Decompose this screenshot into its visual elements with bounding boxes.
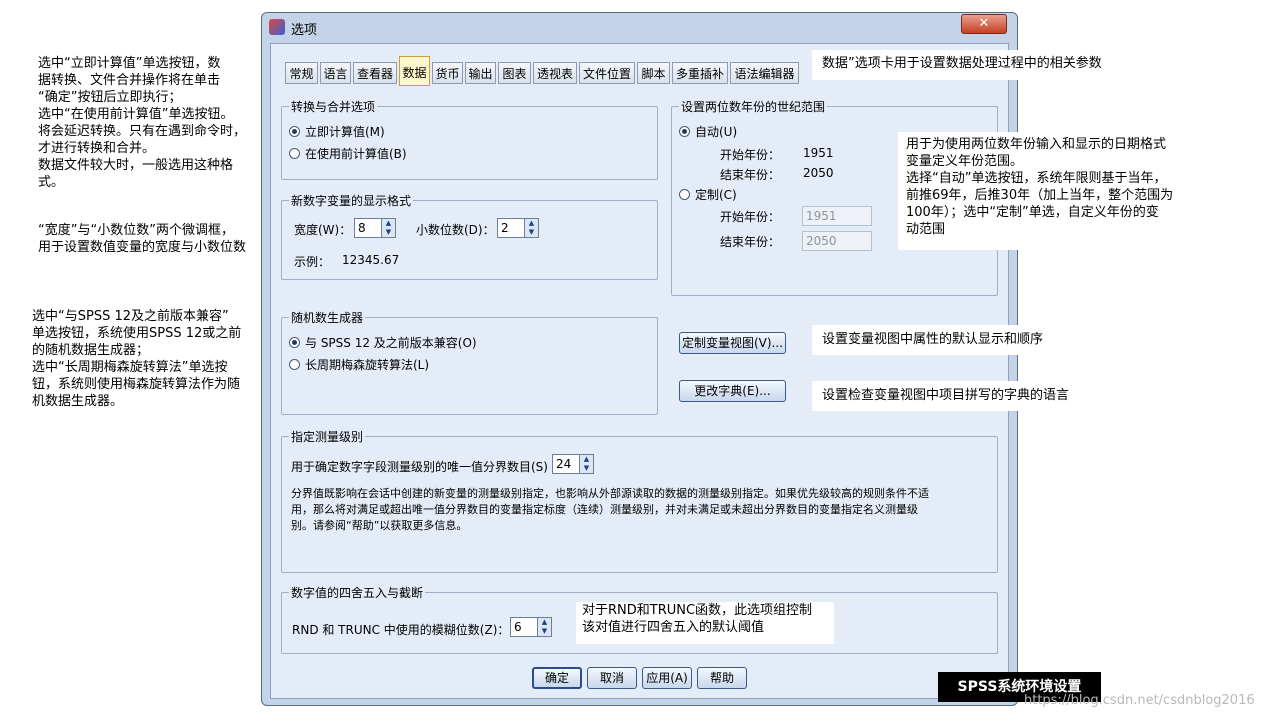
custom-end-year-label: 结束年份：	[720, 235, 781, 249]
random-generator-group-title: 随机数生成器	[289, 309, 366, 326]
measurement-description-line2: 用，那么将对满足或超出唯一值分界数目的变量指定标度（连续）测量级别，并对未满足或…	[291, 503, 918, 516]
decimals-spin-arrows[interactable]: ▲ ▼	[525, 218, 539, 238]
radio-century-custom-label: 定制(C)	[695, 188, 737, 202]
fuzz-bits-spin-arrows[interactable]: ▲ ▼	[538, 617, 552, 637]
radio-unselected-icon	[679, 189, 690, 200]
radio-mersenne-twister[interactable]: 长周期梅森旋转算法(L)	[289, 356, 429, 373]
annotation-data-tab: 数据”选项卡用于设置数据处理过程中的相关参数	[812, 50, 1167, 80]
annotation-century-range: 用于为使用两位数年份输入和显示的日期格式 变量定义年份范围。 选择“自动”单选按…	[898, 132, 1224, 250]
auto-end-year-label: 结束年份：	[720, 168, 781, 182]
radio-compute-before-use[interactable]: 在使用前计算值(B)	[289, 145, 407, 162]
decimals-value[interactable]: 2	[497, 218, 525, 238]
tab-scripts[interactable]: 脚本	[637, 62, 670, 84]
example-value: 12345.67	[342, 253, 400, 267]
width-stepper[interactable]: 8 ▲ ▼	[354, 218, 396, 238]
width-spin-arrows[interactable]: ▲ ▼	[382, 218, 396, 238]
random-generator-group: 随机数生成器 与 SPSS 12 及之前版本兼容(O) 长周期梅森旋转算法(L)	[281, 309, 658, 415]
spin-down-icon[interactable]: ▼	[538, 627, 551, 636]
unique-values-value[interactable]: 24	[552, 454, 580, 474]
auto-start-year-value: 1951	[803, 146, 834, 160]
decimals-label: 小数位数(D)：	[416, 223, 495, 237]
unique-values-spin-arrows[interactable]: ▲ ▼	[580, 454, 594, 474]
numeric-format-group-title: 新数字变量的显示格式	[289, 192, 414, 209]
tab-multiple-imputations[interactable]: 多重插补	[672, 62, 728, 84]
custom-end-year-field[interactable]: 2050	[802, 231, 872, 251]
spin-up-icon[interactable]: ▲	[525, 219, 538, 228]
rounding-group-title: 数字值的四舍五入与截断	[289, 584, 426, 601]
radio-unselected-icon	[289, 359, 300, 370]
title-bar: 选项 ✕	[262, 13, 1017, 41]
spin-down-icon[interactable]: ▼	[382, 228, 395, 237]
unique-values-label: 用于确定数字字段测量级别的唯一值分界数目(S)	[291, 460, 548, 474]
conversion-group: 转换与合并选项 立即计算值(M) 在使用前计算值(B)	[281, 98, 658, 180]
annotation-random: 选中“与SPSS 12及之前版本兼容” 单选按钮，系统使用SPSS 12或之前 …	[32, 308, 277, 410]
tab-output[interactable]: 输出	[465, 62, 496, 84]
radio-compute-before-use-label: 在使用前计算值(B)	[305, 147, 407, 161]
radio-unselected-icon	[289, 148, 300, 159]
window-title: 选项	[291, 23, 318, 38]
tab-general[interactable]: 常规	[285, 62, 318, 84]
tab-language[interactable]: 语言	[320, 62, 351, 84]
example-label: 示例：	[294, 255, 331, 269]
decimals-stepper[interactable]: 2 ▲ ▼	[497, 218, 539, 238]
measurement-description-line3: 别。请参阅“帮助”以获取更多信息。	[291, 519, 468, 532]
spin-up-icon[interactable]: ▲	[538, 618, 551, 627]
fuzz-bits-value[interactable]: 6	[510, 617, 538, 637]
apply-button[interactable]: 应用(A)	[642, 667, 692, 689]
annotation-conversion: 选中“立即计算值”单选按钮，数 据转换、文件合并操作将在单击 “确定”按钮后立即…	[38, 56, 247, 190]
custom-start-year-field[interactable]: 1951	[802, 206, 872, 226]
radio-century-auto[interactable]: 自动(U)	[679, 123, 737, 140]
close-button[interactable]: ✕	[961, 14, 1007, 34]
width-label: 宽度(W)：	[294, 223, 352, 237]
auto-start-year-label: 开始年份：	[720, 148, 781, 162]
auto-end-year-value: 2050	[803, 166, 834, 180]
radio-century-auto-label: 自动(U)	[695, 125, 738, 139]
fuzz-bits-stepper[interactable]: 6 ▲ ▼	[510, 617, 552, 637]
measurement-level-group: 指定测量级别 用于确定数字字段测量级别的唯一值分界数目(S) 24 ▲ ▼ 分界值…	[281, 428, 998, 573]
tab-data[interactable]: 数据	[399, 56, 430, 86]
spin-up-icon[interactable]: ▲	[382, 219, 395, 228]
annotation-width-decimals: “宽度”与“小数位数”两个微调框， 用于设置数值变量的宽度与小数位数	[38, 222, 278, 256]
measurement-description-line1: 分界值既影响在会话中创建的新变量的测量级别指定，也影响从外部源读取的数据的测量级…	[291, 487, 929, 500]
measurement-level-group-title: 指定测量级别	[289, 428, 366, 445]
annotation-rounding: 对于RND和TRUNC函数，此选项组控制 该对值进行四舍五入的默认阈值	[576, 602, 834, 644]
width-value[interactable]: 8	[354, 218, 382, 238]
century-range-group-title: 设置两位数年份的世纪范围	[679, 98, 828, 115]
annotation-variable-view: 设置变量视图中属性的默认显示和顺序	[812, 325, 1092, 355]
ok-button[interactable]: 确定	[532, 667, 582, 689]
radio-compute-immediately[interactable]: 立即计算值(M)	[289, 123, 385, 140]
radio-selected-icon	[289, 126, 300, 137]
radio-selected-icon	[289, 337, 300, 348]
tab-pivot-tables[interactable]: 透视表	[533, 62, 577, 84]
tab-syntax-editor[interactable]: 语法编辑器	[730, 62, 799, 84]
radio-mersenne-twister-label: 长周期梅森旋转算法(L)	[305, 358, 430, 372]
numeric-format-group: 新数字变量的显示格式 宽度(W)： 8 ▲ ▼ 小数位数(D)： 2 ▲ ▼ 示例：…	[281, 192, 658, 280]
radio-spss12-compatible-label: 与 SPSS 12 及之前版本兼容(O)	[305, 336, 477, 350]
help-button[interactable]: 帮助	[697, 667, 747, 689]
spin-down-icon[interactable]: ▼	[580, 464, 593, 473]
fuzz-bits-label: RND 和 TRUNC 中使用的模糊位数(Z)：	[292, 623, 510, 637]
watermark: https://blog.csdn.net/csdnblog2016	[1024, 693, 1255, 708]
tab-file-locations[interactable]: 文件位置	[579, 62, 635, 84]
cancel-button[interactable]: 取消	[587, 667, 637, 689]
radio-compute-immediately-label: 立即计算值(M)	[305, 125, 385, 139]
unique-values-stepper[interactable]: 24 ▲ ▼	[552, 454, 594, 474]
custom-start-year-label: 开始年份：	[720, 210, 781, 224]
radio-selected-icon	[679, 126, 690, 137]
change-dictionary-button[interactable]: 更改字典(E)...	[679, 380, 786, 402]
spin-down-icon[interactable]: ▼	[525, 228, 538, 237]
spin-up-icon[interactable]: ▲	[580, 455, 593, 464]
spss-app-icon	[269, 19, 285, 35]
radio-spss12-compatible[interactable]: 与 SPSS 12 及之前版本兼容(O)	[289, 334, 477, 351]
tab-viewer[interactable]: 查看器	[353, 62, 397, 84]
radio-century-custom[interactable]: 定制(C)	[679, 186, 737, 203]
customize-variable-view-button[interactable]: 定制变量视图(V)...	[679, 332, 786, 354]
annotation-dictionary: 设置检查变量视图中项目拼写的字典的语言	[812, 381, 1122, 411]
tab-currency[interactable]: 货币	[432, 62, 463, 84]
conversion-group-title: 转换与合并选项	[289, 98, 378, 115]
tab-charts[interactable]: 图表	[498, 62, 531, 84]
